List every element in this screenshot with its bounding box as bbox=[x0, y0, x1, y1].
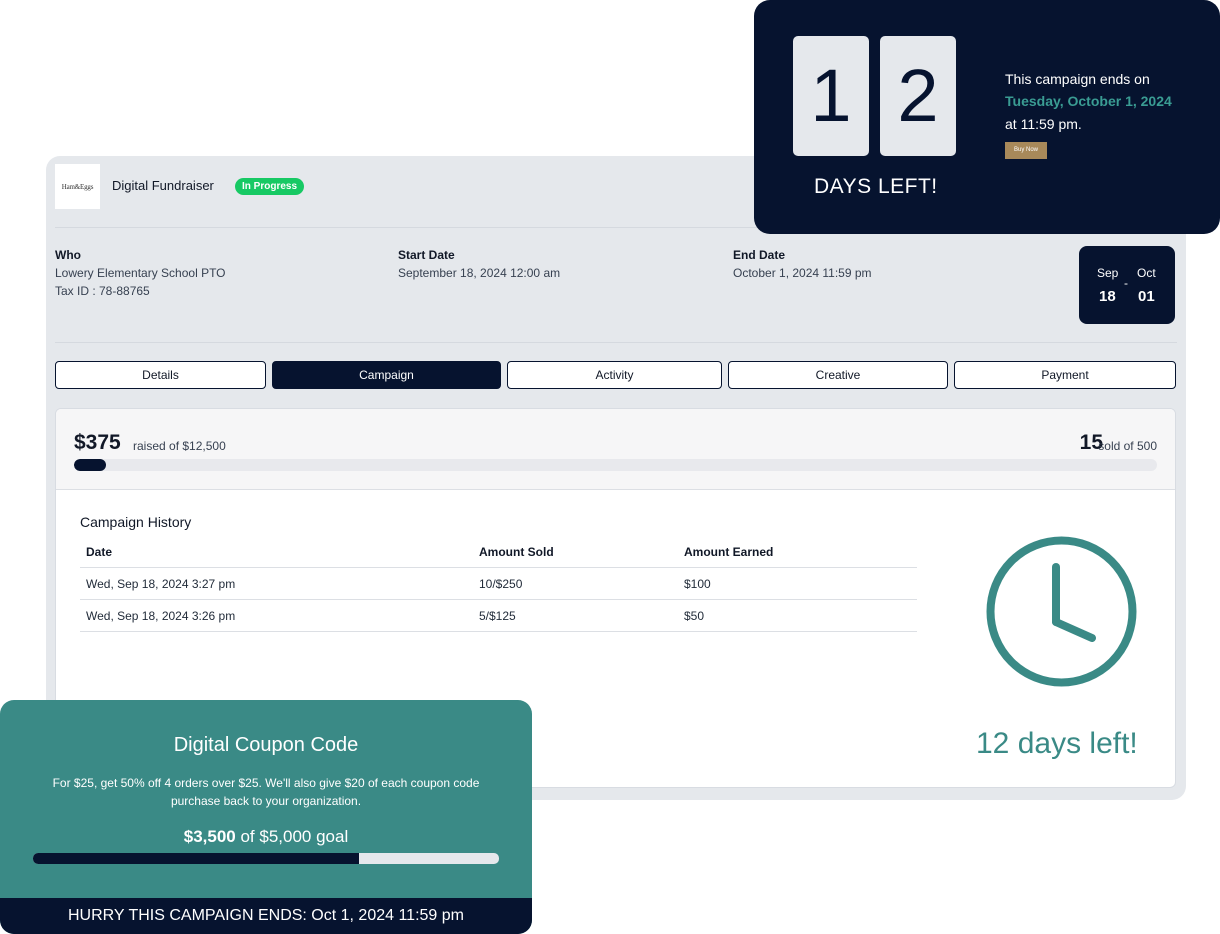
days-left-text: 12 days left! bbox=[976, 727, 1138, 760]
coupon-title: Digital Coupon Code bbox=[173, 734, 359, 756]
chip-start-month: Sep bbox=[1097, 266, 1119, 280]
raised-progress-bar bbox=[74, 459, 1157, 471]
history-header-row: Date Amount Sold Amount Earned bbox=[80, 539, 917, 568]
raised-goal-text: raised of $12,500 bbox=[133, 439, 226, 453]
raised-progress-fill bbox=[74, 459, 107, 471]
countdown-digit-tens: 1 bbox=[793, 36, 869, 156]
clock-icon bbox=[986, 536, 1137, 687]
campaign-end-time: at 11:59 pm. bbox=[1005, 116, 1082, 132]
coupon-progress-bar bbox=[33, 853, 499, 864]
row-date: Wed, Sep 18, 2024 3:27 pm bbox=[80, 567, 473, 600]
col-amount-sold: Amount Sold bbox=[473, 539, 678, 568]
row-amount-sold: 5/$125 bbox=[473, 599, 678, 632]
info-divider bbox=[55, 342, 1177, 343]
coupon-goal-text: of $5,000 goal bbox=[235, 827, 349, 846]
fundraising-progress: $375 raised of $12,500 15 sold of 500 bbox=[56, 409, 1175, 490]
coupon-card: Digital Coupon Code For $25, get 50% off… bbox=[0, 700, 532, 934]
row-amount-earned: $100 bbox=[678, 567, 917, 600]
history-table: Date Amount Sold Amount Earned Wed, Sep … bbox=[80, 539, 917, 632]
row-date: Wed, Sep 18, 2024 3:26 pm bbox=[80, 599, 473, 632]
logo-text: Ham&Eggs bbox=[61, 182, 94, 191]
coupon-goal-amount: $3,500 bbox=[183, 827, 236, 846]
tab-details[interactable]: Details bbox=[55, 361, 266, 389]
coupon-progress-fill bbox=[33, 853, 360, 864]
coupon-description: For $25, get 50% off 4 orders over $25. … bbox=[52, 776, 480, 808]
who-label: Who bbox=[55, 248, 81, 262]
page-title: Digital Fundraiser bbox=[112, 178, 214, 193]
coupon-deadline-banner: HURRY THIS CAMPAIGN ENDS: Oct 1, 2024 11… bbox=[0, 898, 532, 934]
sold-total-text: sold of 500 bbox=[1098, 439, 1157, 453]
campaign-ends-label: This campaign ends on bbox=[1005, 71, 1150, 87]
chip-end-day: 01 bbox=[1138, 288, 1155, 305]
row-amount-sold: 10/$250 bbox=[473, 567, 678, 600]
countdown-card: 1 2 DAYS LEFT! This campaign ends on Tue… bbox=[754, 0, 1220, 234]
status-badge: In Progress bbox=[235, 178, 305, 195]
col-amount-earned: Amount Earned bbox=[678, 539, 917, 568]
chip-end-month: Oct bbox=[1137, 266, 1156, 280]
chip-separator: - bbox=[1124, 276, 1128, 290]
row-amount-earned: $50 bbox=[678, 599, 917, 632]
col-date: Date bbox=[80, 539, 473, 568]
org-logo: Ham&Eggs bbox=[55, 164, 100, 209]
tab-payment[interactable]: Payment bbox=[954, 361, 1176, 389]
countdown-digit-ones: 2 bbox=[880, 36, 956, 156]
table-row: Wed, Sep 18, 2024 3:27 pm 10/$250 $100 bbox=[80, 567, 917, 600]
history-title: Campaign History bbox=[80, 514, 192, 530]
campaign-end-date: Tuesday, October 1, 2024 bbox=[1005, 93, 1172, 109]
who-value: Lowery Elementary School PTO bbox=[55, 266, 226, 280]
days-left-caption: DAYS LEFT! bbox=[814, 175, 938, 198]
chip-start-day: 18 bbox=[1099, 288, 1116, 305]
date-range-chip: Sep 18 - Oct 01 bbox=[1079, 246, 1175, 324]
buy-now-button[interactable]: Buy Now bbox=[1005, 142, 1047, 159]
table-row: Wed, Sep 18, 2024 3:26 pm 5/$125 $50 bbox=[80, 599, 917, 632]
end-date-value: October 1, 2024 11:59 pm bbox=[733, 266, 872, 280]
tab-campaign[interactable]: Campaign bbox=[272, 361, 501, 389]
tab-activity[interactable]: Activity bbox=[507, 361, 722, 389]
end-date-label: End Date bbox=[733, 248, 786, 262]
coupon-goal: $3,500 of $5,000 goal bbox=[0, 827, 532, 847]
tab-creative[interactable]: Creative bbox=[728, 361, 948, 389]
raised-amount: $375 bbox=[74, 431, 121, 454]
start-date-label: Start Date bbox=[398, 248, 455, 262]
start-date-value: September 18, 2024 12:00 am bbox=[398, 266, 561, 280]
tax-id: Tax ID : 78-88765 bbox=[55, 284, 150, 298]
